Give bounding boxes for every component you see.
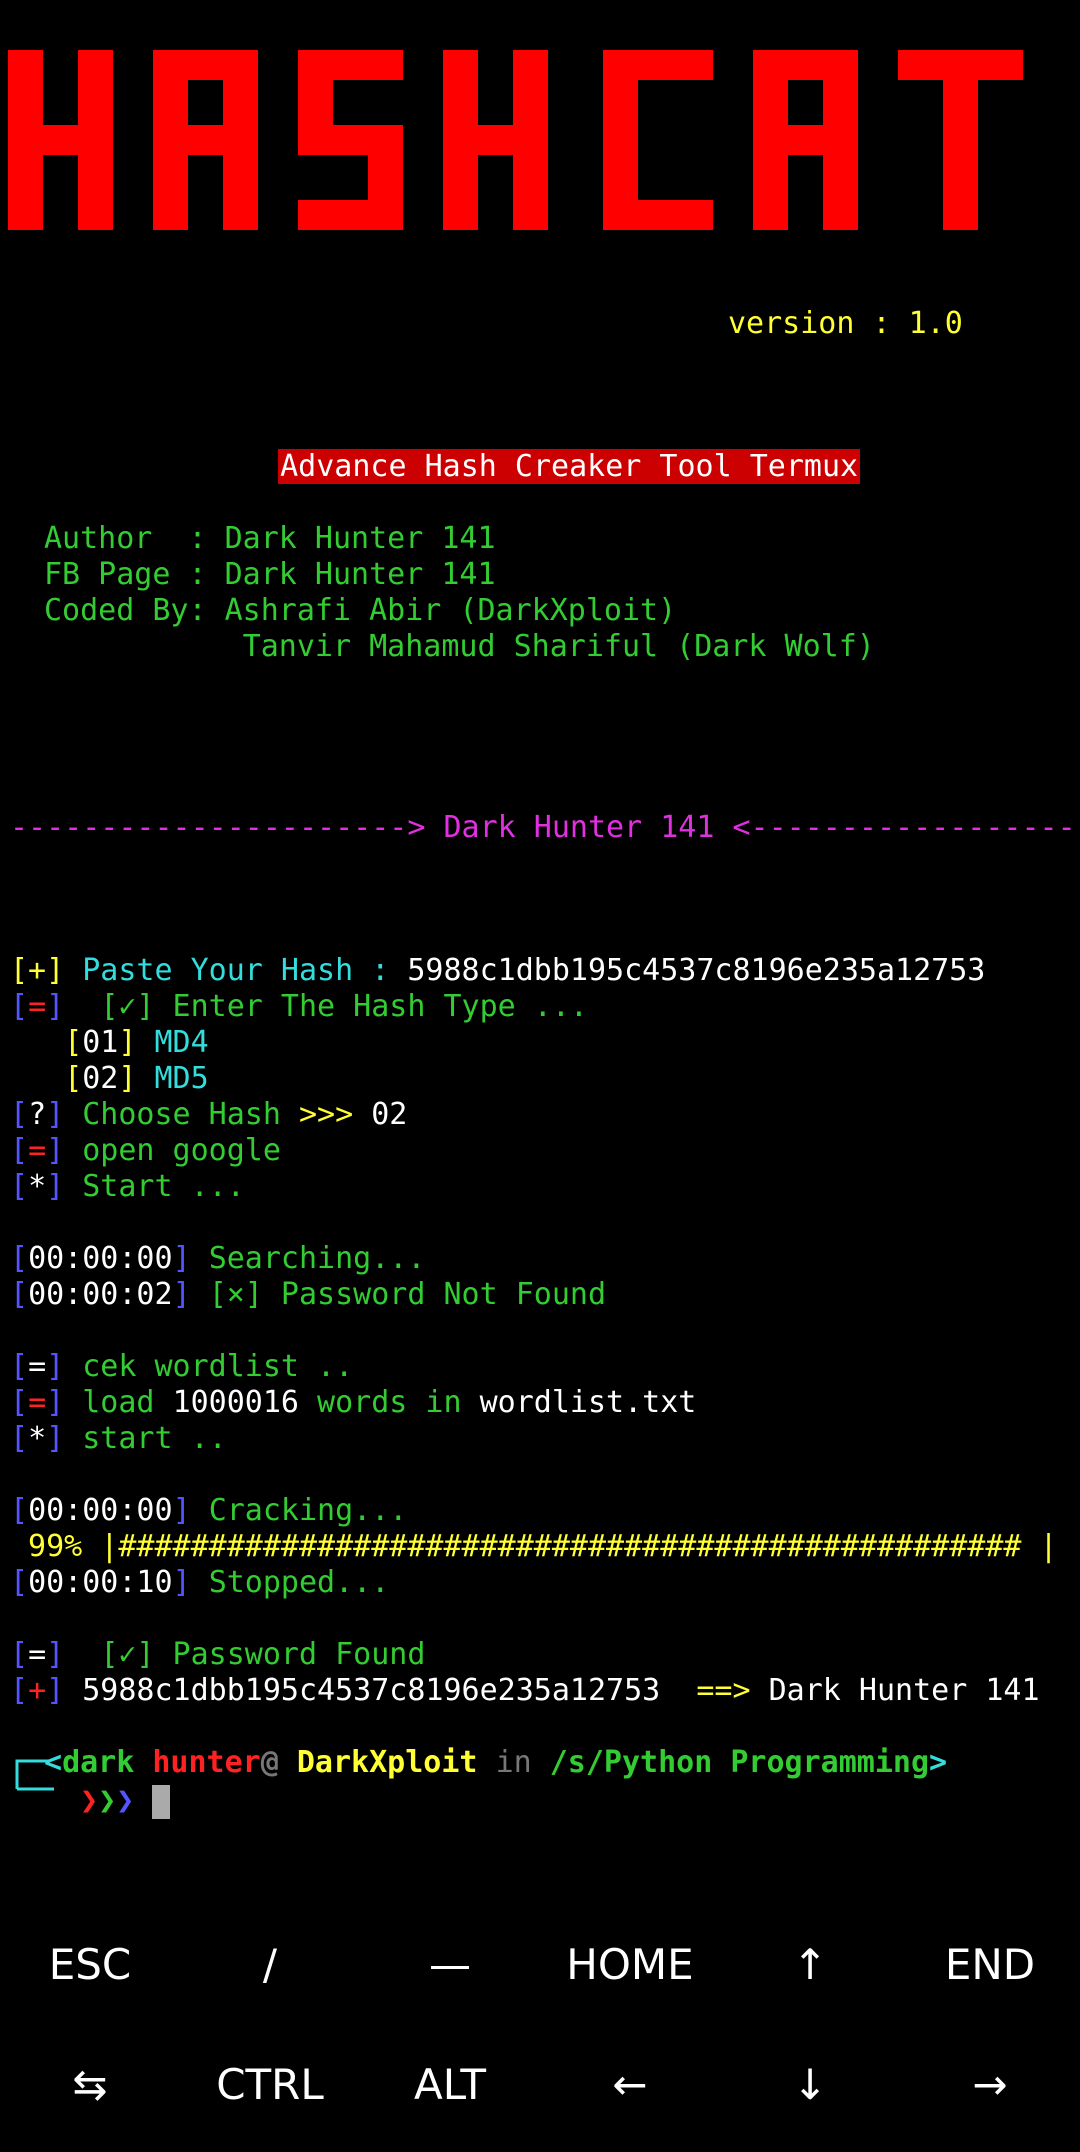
extra-keys-row1: ESC / — HOME ↑ END [0, 1940, 1080, 1989]
cek-wordlist-line: [=] cek wordlist .. [10, 1349, 354, 1384]
key-slash[interactable]: / [180, 1940, 360, 1989]
key-down-arrow[interactable]: ↓ [720, 2060, 900, 2109]
paste-hash-line: [+] Paste Your Hash : 5988c1dbb195c4537c… [10, 953, 986, 988]
load-wordlist-line: [=] load 1000016 words in wordlist.txt [10, 1385, 697, 1420]
not-found-line: [00:00:02] [×] Password Not Found [10, 1277, 607, 1312]
credit-author: Author : Dark Hunter 141 [44, 521, 496, 556]
prompt-input-line[interactable]: ❯❯❯ [80, 1783, 171, 1819]
open-google-line: [=] open google [10, 1133, 281, 1168]
hashcat-logo [8, 50, 1023, 230]
key-alt[interactable]: ALT [360, 2060, 540, 2109]
key-end[interactable]: END [900, 1940, 1080, 1989]
text-cursor [152, 1784, 171, 1819]
subtitle-banner: Advance Hash Creaker Tool Termux [278, 449, 861, 484]
option-md4: [01] MD4 [64, 1025, 209, 1060]
credit-fb: FB Page : Dark Hunter 141 [44, 557, 496, 592]
key-dash[interactable]: — [360, 1940, 540, 1989]
stopped-line: [00:00:10] Stopped... [10, 1565, 390, 1600]
key-esc[interactable]: ESC [0, 1940, 180, 1989]
key-up-arrow[interactable]: ↑ [720, 1940, 900, 1989]
found-line: [=] [✓] Password Found [10, 1637, 426, 1672]
result-line: [+] 5988c1dbb195c4537c8196e235a12753 ==>… [10, 1673, 1040, 1708]
searching-line: [00:00:00] Searching... [10, 1241, 426, 1276]
start2-line: [*] start .. [10, 1421, 227, 1456]
credit-coded2: Tanvir Mahamud Shariful (Dark Wolf) [44, 629, 875, 664]
key-ctrl[interactable]: CTRL [180, 2060, 360, 2109]
divider-line: ----------------------> Dark Hunter 141 … [10, 810, 1076, 845]
chevron-green-icon: ❯ [98, 1783, 117, 1818]
key-tab[interactable]: ⇆ [0, 2060, 180, 2109]
cracking-line: [00:00:00] Cracking... [10, 1493, 408, 1528]
chevron-red-icon: ❯ [80, 1783, 99, 1818]
chevron-blue-icon: ❯ [116, 1783, 135, 1818]
start-line: [*] Start ... [10, 1169, 245, 1204]
progress-line: 99% |###################################… [10, 1529, 1058, 1564]
credit-coded: Coded By: Ashrafi Abir (DarkXploit) [44, 593, 677, 628]
extra-keys-row2: ⇆ CTRL ALT ← ↓ → [0, 2060, 1080, 2109]
key-home[interactable]: HOME [540, 1940, 720, 1989]
enter-type-line: [=] [✓] Enter The Hash Type ... [10, 989, 588, 1024]
option-md5: [02] MD5 [64, 1061, 209, 1096]
version-label: version : 1.0 [728, 306, 963, 341]
key-left-arrow[interactable]: ← [540, 2060, 720, 2109]
prompt-line: <dark hunter@ DarkXploit in /s/Python Pr… [44, 1745, 948, 1780]
choose-hash-line: [?] Choose Hash >>> 02 [10, 1097, 408, 1132]
key-right-arrow[interactable]: → [900, 2060, 1080, 2109]
